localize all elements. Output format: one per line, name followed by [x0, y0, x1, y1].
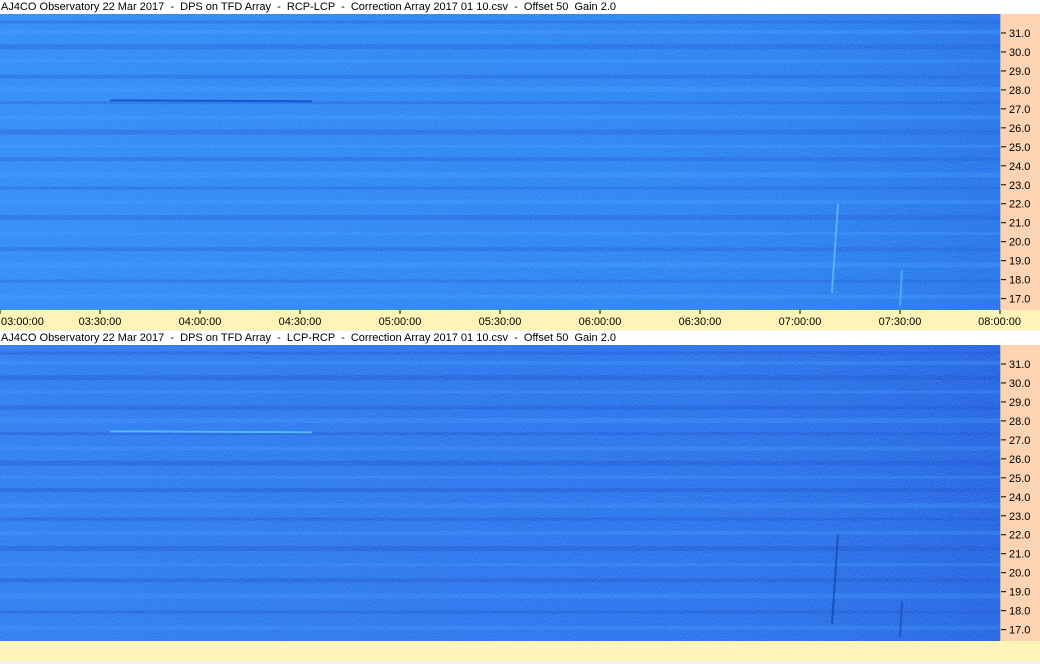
y-tick-label: 29.0 — [1009, 397, 1030, 409]
time-axis-2 — [0, 641, 1040, 661]
y-tick-label: 21.0 — [1009, 218, 1030, 230]
y-tick-label: 26.0 — [1009, 123, 1030, 135]
y-tick-label: 24.0 — [1009, 161, 1030, 173]
spectrogram-1-svg — [0, 14, 1000, 310]
x-tick-label: 03:00:00 — [1, 316, 44, 328]
burst-streak — [109, 430, 313, 434]
y-tick-label: 31.0 — [1009, 359, 1030, 371]
y-tick-label: 29.0 — [1009, 66, 1030, 78]
y-tick-label: 20.0 — [1009, 237, 1030, 249]
y-tick-label: 31.0 — [1009, 28, 1030, 40]
y-tick-label: 19.0 — [1009, 256, 1030, 268]
y-tick-label: 23.0 — [1009, 180, 1030, 192]
x-tick-label: 04:00:00 — [179, 316, 222, 328]
frequency-axis-2-svg: 31.0 30.0 29.0 28.0 27.0 26.0 25.0 24.0 23.0 22.0… — [1001, 359, 1030, 637]
y-tick-label: 22.0 — [1009, 530, 1030, 542]
time-axis-1-svg: 03:00:00 03:30:00 04:00:00 04:30:00 05:00:00… — [0, 310, 1021, 328]
panel-2-title: AJ4CO Observatory 22 Mar 2017 - DPS on T… — [0, 331, 1040, 345]
y-tick-label: 21.0 — [1009, 549, 1030, 561]
x-tick-label: 07:00:00 — [779, 316, 822, 328]
y-tick-label: 20.0 — [1009, 568, 1030, 580]
y-tick-label: 25.0 — [1009, 473, 1030, 485]
y-tick-label: 22.0 — [1009, 199, 1030, 211]
y-tick-label: 18.0 — [1009, 275, 1030, 287]
x-tick-label: 05:00:00 — [379, 316, 422, 328]
spectrogram-noise — [0, 14, 1000, 310]
frequency-axis-2: 31.0 30.0 29.0 28.0 27.0 26.0 25.0 24.0 23.0 22.0… — [1000, 345, 1040, 641]
x-tick-label: 03:30:00 — [79, 316, 122, 328]
burst-streak — [109, 99, 313, 103]
y-tick-label: 30.0 — [1009, 47, 1030, 59]
spectrogram-panel-1 — [0, 14, 1000, 310]
y-tick-label: 27.0 — [1009, 435, 1030, 447]
y-tick-label: 30.0 — [1009, 378, 1030, 390]
y-tick-label: 28.0 — [1009, 416, 1030, 428]
y-tick-label: 24.0 — [1009, 492, 1030, 504]
x-tick-label: 04:30:00 — [279, 316, 322, 328]
spectrogram-2-svg — [0, 345, 1000, 641]
spectrogram-noise — [0, 345, 1000, 641]
x-tick-label: 06:00:00 — [579, 316, 622, 328]
y-tick-label: 27.0 — [1009, 104, 1030, 116]
time-axis-1: 03:00:00 03:30:00 04:00:00 04:30:00 05:00:00… — [0, 310, 1040, 330]
x-tick-label: 05:30:00 — [479, 316, 522, 328]
y-tick-label: 19.0 — [1009, 587, 1030, 599]
x-tick-label: 08:00:00 — [978, 316, 1021, 328]
y-tick-label: 17.0 — [1009, 625, 1030, 637]
x-tick-label: 06:30:00 — [679, 316, 722, 328]
panel-1-title: AJ4CO Observatory 22 Mar 2017 - DPS on T… — [0, 0, 1040, 14]
frequency-axis-1: 31.0 30.0 29.0 28.0 27.0 26.0 25.0 24.0 23.0 22.0… — [1000, 14, 1040, 310]
y-tick-label: 28.0 — [1009, 85, 1030, 97]
frequency-axis-1-svg: 31.0 30.0 29.0 28.0 27.0 26.0 25.0 24.0 23.0 22.0… — [1001, 28, 1030, 306]
y-tick-label: 26.0 — [1009, 454, 1030, 466]
y-tick-label: 18.0 — [1009, 606, 1030, 618]
y-tick-label: 23.0 — [1009, 511, 1030, 523]
y-tick-label: 17.0 — [1009, 294, 1030, 306]
y-tick-label: 25.0 — [1009, 142, 1030, 154]
spectrogram-panel-2 — [0, 345, 1000, 641]
time-axis-2-svg — [0, 641, 1040, 661]
x-tick-label: 07:30:00 — [879, 316, 922, 328]
